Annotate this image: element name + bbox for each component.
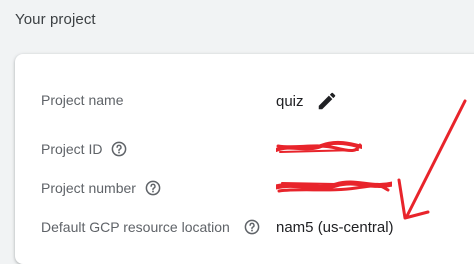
help-circle-icon[interactable] [145, 180, 161, 196]
project-name-value: quiz [276, 90, 338, 112]
project-id-value [276, 140, 362, 154]
project-id-redaction [276, 140, 362, 154]
default-location-label-text: Default GCP resource location [41, 219, 230, 235]
project-number-value [276, 180, 392, 194]
section-title: Your project [15, 11, 96, 28]
project-number-label-text: Project number [41, 180, 136, 196]
project-name-label: Project name [41, 92, 123, 108]
default-location-text: nam5 (us-central) [276, 219, 394, 236]
project-name-text: quiz [276, 92, 304, 110]
help-circle-icon[interactable] [111, 141, 127, 157]
default-location-label: Default GCP resource location [41, 219, 260, 235]
project-number-redaction [276, 180, 392, 194]
default-location-value: nam5 (us-central) [276, 219, 394, 236]
project-id-label-text: Project ID [41, 141, 103, 157]
project-name-label-text: Project name [41, 92, 124, 108]
project-id-label: Project ID [41, 141, 127, 157]
edit-icon[interactable] [316, 90, 338, 112]
project-number-label: Project number [41, 180, 161, 196]
help-circle-icon[interactable] [244, 219, 260, 235]
